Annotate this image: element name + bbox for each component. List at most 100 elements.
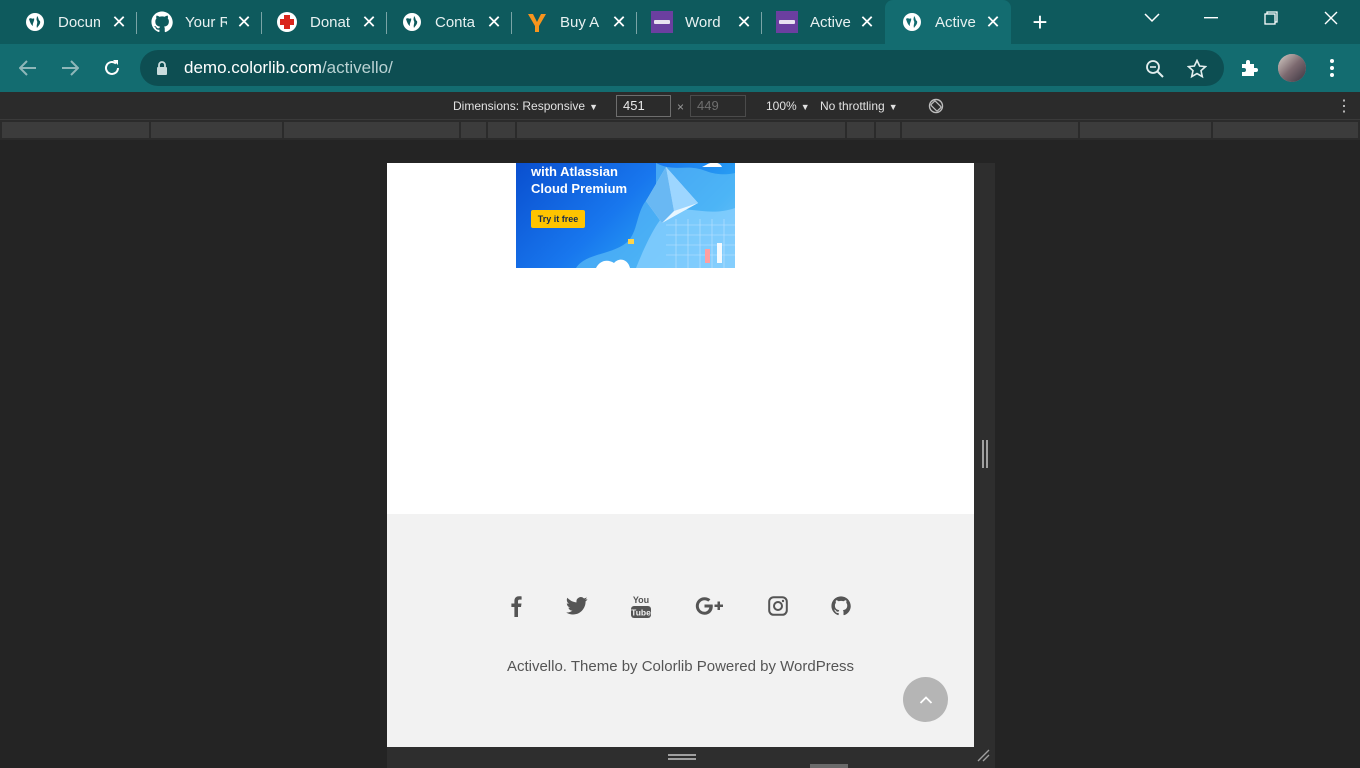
tab-1[interactable]: Docum ✕ — [0, 0, 137, 44]
wordpress-link[interactable]: WordPress — [780, 658, 854, 675]
media-query-segment[interactable] — [902, 122, 1078, 138]
twitter-icon[interactable] — [562, 591, 592, 621]
media-query-segment[interactable] — [876, 122, 900, 138]
tab-strip: Docum ✕ Your R ✕ Donat ✕ Conta ✕ Buy A ✕… — [0, 0, 1360, 44]
url-text[interactable]: demo.colorlib.com/activello/ — [184, 58, 393, 78]
tab-3[interactable]: Donat ✕ — [262, 0, 387, 44]
tab-5[interactable]: Buy A ✕ — [512, 0, 637, 44]
close-tab-icon[interactable]: ✕ — [609, 12, 629, 32]
svg-text:Tube: Tube — [631, 608, 651, 618]
media-query-segment[interactable] — [517, 122, 845, 138]
tab-title: Buy A — [560, 13, 600, 31]
height-input[interactable]: 449 — [690, 95, 746, 117]
github-icon — [151, 11, 173, 33]
forward-button[interactable] — [56, 54, 84, 82]
tab-7[interactable]: Active ✕ — [762, 0, 885, 44]
more-options-icon[interactable]: ⋮ — [1336, 96, 1352, 116]
rotate-icon[interactable] — [928, 98, 944, 117]
close-tab-icon[interactable]: ✕ — [359, 12, 379, 32]
globe-icon — [901, 11, 923, 33]
tab-title: Conta — [435, 13, 476, 31]
tab-title: Active — [935, 13, 976, 31]
yoast-icon — [526, 11, 548, 33]
chevron-up-icon — [919, 696, 932, 704]
media-query-segment[interactable] — [488, 122, 515, 138]
width-input[interactable]: 451 — [616, 95, 671, 117]
reload-button[interactable] — [98, 54, 126, 82]
colorlib-link[interactable]: Colorlib — [642, 658, 693, 675]
url-domain: demo.colorlib.com — [184, 58, 322, 77]
back-to-top-button[interactable] — [903, 677, 948, 722]
red-cross-icon — [276, 11, 298, 33]
caret-down-icon: ▼ — [589, 102, 598, 112]
advertisement-banner[interactable]: with Atlassian Cloud Premium Try it free — [516, 163, 735, 268]
caret-down-icon: ▼ — [888, 102, 898, 112]
throttling-dropdown[interactable]: No throttling ▼ — [820, 99, 898, 113]
google-plus-icon[interactable] — [693, 591, 727, 621]
tab-title: Your R — [185, 13, 227, 31]
bookmark-star-icon[interactable] — [1186, 58, 1208, 80]
dimensions-label: Dimensions: Responsive — [453, 99, 586, 113]
media-query-segment[interactable] — [151, 122, 282, 138]
globe-icon — [401, 11, 423, 33]
url-path: /activello/ — [321, 58, 393, 77]
tab-active[interactable]: Active ✕ — [885, 0, 1011, 44]
new-tab-button[interactable]: + — [1024, 7, 1056, 37]
youtube-icon[interactable]: You Tube — [626, 591, 656, 621]
width-resize-handle[interactable] — [982, 440, 988, 468]
media-query-segment[interactable] — [1080, 122, 1211, 138]
media-query-segment[interactable] — [2, 122, 149, 138]
tab-search-button[interactable] — [1129, 0, 1175, 36]
instagram-icon[interactable] — [763, 591, 793, 621]
tab-2[interactable]: Your R ✕ — [137, 0, 262, 44]
github-icon[interactable] — [826, 591, 856, 621]
throttling-label: No throttling — [820, 99, 885, 113]
minimize-button[interactable] — [1188, 0, 1234, 36]
tab-title: Donat — [310, 13, 351, 31]
scroll-indicator — [810, 764, 848, 768]
back-button[interactable] — [14, 54, 42, 82]
device-toolbar: Dimensions: Responsive ▼ 451 × 449 100% ▼ … — [0, 92, 1360, 120]
height-resize-handle[interactable] — [668, 754, 696, 760]
media-query-segment[interactable] — [1213, 122, 1358, 138]
site-footer: You Tube Activello. Theme by Colorlib Po… — [387, 514, 974, 747]
ad-cta-button[interactable]: Try it free — [531, 210, 585, 228]
caret-down-icon: ▼ — [800, 102, 810, 112]
tab-6[interactable]: Word ✕ — [637, 0, 762, 44]
svg-text:You: You — [633, 595, 649, 605]
ad-headline-line2: Cloud Premium — [531, 181, 628, 196]
restore-button[interactable] — [1248, 0, 1294, 36]
media-query-bar — [0, 120, 1360, 140]
media-query-segment[interactable] — [461, 122, 486, 138]
close-tab-icon[interactable]: ✕ — [857, 12, 877, 32]
colorlib-icon — [776, 11, 798, 33]
browser-toolbar: demo.colorlib.com/activello/ — [0, 44, 1360, 92]
zoom-label: 100% — [766, 99, 797, 113]
page-viewport: with Atlassian Cloud Premium Try it free… — [387, 163, 974, 747]
extensions-icon[interactable] — [1237, 56, 1261, 80]
lock-icon[interactable] — [156, 60, 168, 81]
credit-site: Activello. Theme by — [506, 658, 642, 675]
media-query-segment[interactable] — [284, 122, 459, 138]
facebook-icon[interactable] — [501, 591, 531, 621]
zoom-dropdown[interactable]: 100% ▼ — [766, 99, 810, 113]
close-tab-icon[interactable]: ✕ — [109, 12, 129, 32]
credit-powered: Powered by — [692, 658, 781, 675]
avatar[interactable] — [1278, 54, 1306, 82]
tab-title: Docum — [58, 13, 100, 31]
zoom-icon[interactable] — [1144, 58, 1166, 80]
dimensions-dropdown[interactable]: Dimensions: Responsive ▼ — [453, 99, 598, 113]
media-query-segment[interactable] — [847, 122, 874, 138]
globe-icon — [24, 11, 46, 33]
browser-menu-icon[interactable] — [1320, 56, 1344, 80]
close-window-button[interactable] — [1308, 0, 1354, 36]
address-bar[interactable]: demo.colorlib.com/activello/ — [140, 50, 1224, 86]
times-sign: × — [677, 100, 685, 114]
corner-resize-icon[interactable] — [976, 748, 990, 767]
close-tab-icon[interactable]: ✕ — [484, 12, 504, 32]
tab-4[interactable]: Conta ✕ — [387, 0, 512, 44]
ad-headline-line1: with Atlassian — [531, 164, 618, 179]
close-tab-icon[interactable]: ✕ — [983, 12, 1003, 32]
close-tab-icon[interactable]: ✕ — [234, 12, 254, 32]
close-tab-icon[interactable]: ✕ — [734, 12, 754, 32]
